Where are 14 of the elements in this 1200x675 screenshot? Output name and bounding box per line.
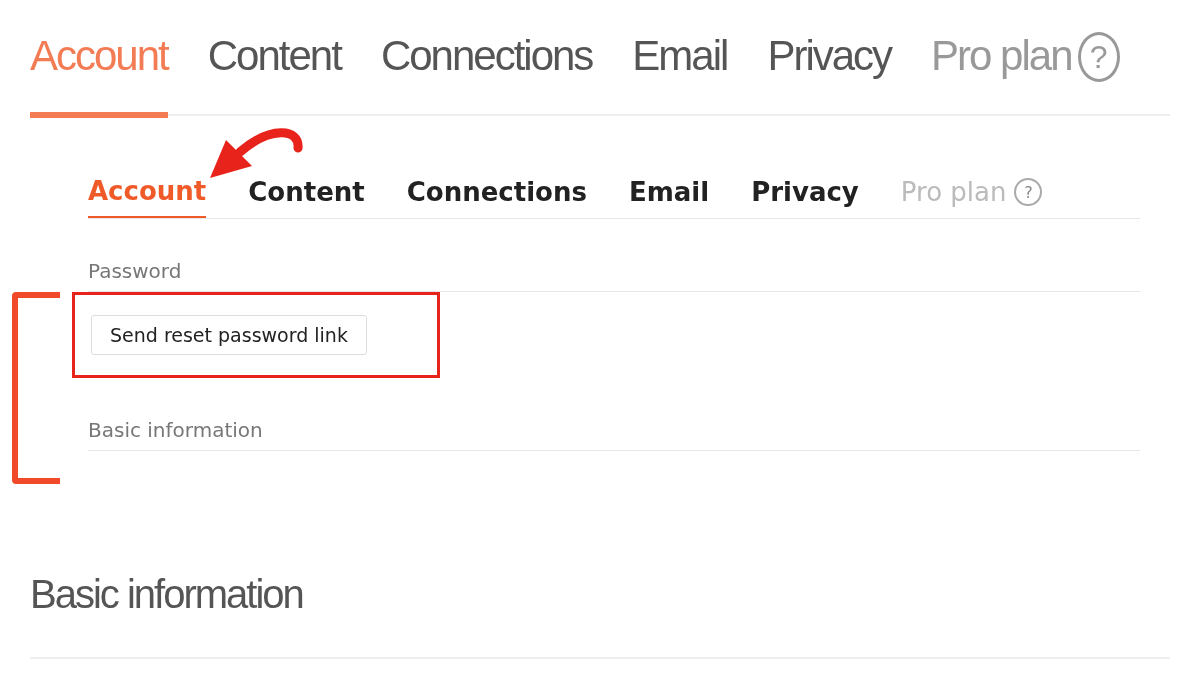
section-title: Basic information <box>88 378 1140 451</box>
background-nav-label: Pro plan ? <box>931 20 1120 112</box>
tab[interactable]: Connections <box>406 176 587 218</box>
background-nav-label: Privacy <box>767 31 892 81</box>
background-nav-label: Content <box>207 31 341 81</box>
background-nav-label: Account <box>30 20 168 118</box>
background-nav-label: Email <box>632 31 728 81</box>
tab[interactable]: Email <box>628 176 710 218</box>
background-section-title: Basic information <box>30 572 304 617</box>
reset-password-button[interactable]: Send reset password link <box>91 315 367 355</box>
section-title: Password <box>88 219 1140 292</box>
tab[interactable]: Content <box>248 176 365 218</box>
background-nav-label: Connections <box>380 31 593 81</box>
tab[interactable]: Privacy <box>751 176 859 218</box>
